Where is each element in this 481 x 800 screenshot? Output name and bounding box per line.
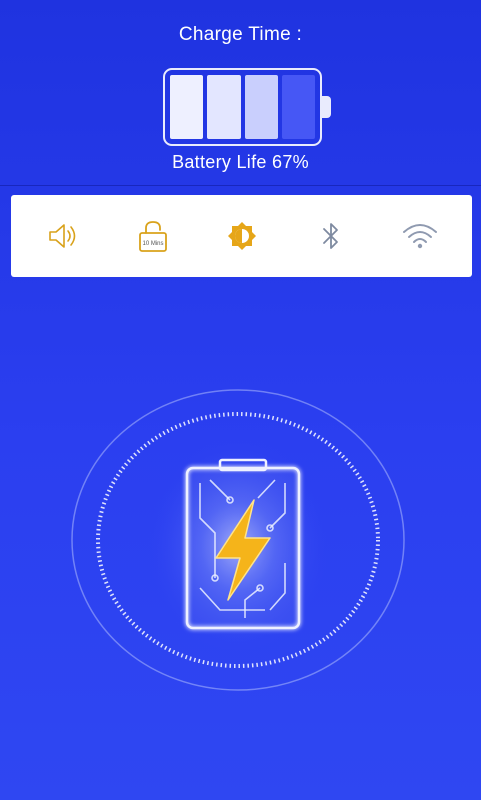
bluetooth-icon [322, 223, 338, 249]
battery-cell-2 [207, 75, 241, 139]
quick-toggle-bar: 10 Mins [11, 195, 472, 277]
charge-time-label: Charge Time : [178, 24, 303, 45]
charging-animation [71, 389, 405, 691]
brightness-icon [227, 222, 256, 250]
battery-cell-3 [244, 75, 278, 139]
battery-cell-4 [281, 75, 315, 139]
battery-level-indicator [163, 68, 322, 146]
speaker-icon [48, 224, 75, 248]
bluetooth-toggle[interactable] [306, 211, 356, 261]
wifi-icon [402, 224, 437, 249]
screen-timeout-toggle[interactable]: 10 Mins [128, 211, 178, 261]
timeout-label: 10 Mins [142, 241, 163, 247]
sound-toggle[interactable] [39, 211, 89, 261]
brightness-toggle[interactable] [217, 211, 267, 261]
wifi-toggle[interactable] [395, 211, 445, 261]
battery-tip [322, 96, 331, 118]
battery-cell-1 [170, 75, 204, 139]
battery-life-text: Battery Life 67% [172, 152, 309, 172]
battery-header: Charge Time : Battery Life 67% [0, 0, 481, 186]
lock-icon: 10 Mins [138, 221, 167, 252]
